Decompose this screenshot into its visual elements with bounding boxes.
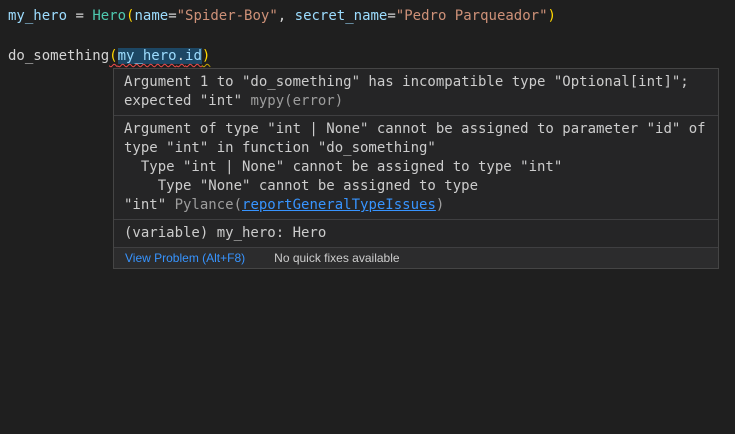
hover-line: Argument 1 to "do_something" has incompa… [124,73,708,92]
hover-line: (variable) my_hero: Hero [124,224,708,243]
hover-sections: Argument 1 to "do_something" has incompa… [114,69,718,247]
code-token: name [134,8,168,24]
hover-text: Type "int | None" cannot be assigned to … [124,159,562,175]
hover-text: type "int" in function "do_something" [124,140,436,156]
code-token: my_hero [8,8,67,24]
hover-text: mypy(error) [250,93,343,109]
code-token: = [67,8,92,24]
code-token: secret_name [295,8,388,24]
code-token: "Pedro Parqueador" [396,8,548,24]
hover-text: Argument of type "int | None" cannot be … [124,121,706,137]
hover-section-mypy: Argument 1 to "do_something" has incompa… [114,69,718,115]
hover-line: "int" Pylance(reportGeneralTypeIssues) [124,196,708,215]
code-line: my_hero = Hero(name="Spider-Boy", secret… [8,6,556,26]
hover-line: Type "int | None" cannot be assigned to … [124,158,708,177]
code-token: ) [548,8,556,24]
code-token: ) [202,48,210,64]
code-token: . [177,48,185,64]
hover-line: expected "int" mypy(error) [124,92,708,111]
report-rule-link[interactable]: reportGeneralTypeIssues [242,197,436,213]
code-token: ( [109,48,117,64]
hover-line: Argument of type "int | None" cannot be … [124,120,708,139]
hover-text: Pylance( [175,197,242,213]
code-area: my_hero = Hero(name="Spider-Boy", secret… [8,6,556,66]
code-token: = [387,8,395,24]
quick-fix-hint: No quick fixes available [274,251,399,265]
hover-text: "int" [124,197,175,213]
code-token: my_hero [118,48,177,64]
hover-tooltip: Argument 1 to "do_something" has incompa… [113,68,719,269]
hover-line: type "int" in function "do_something" [124,139,708,158]
code-token: , [278,8,295,24]
code-token: id [185,48,202,64]
code-token: "Spider-Boy" [177,8,278,24]
code-token: = [168,8,176,24]
code-line: do_something(my_hero.id) [8,46,556,66]
view-problem-link[interactable]: View Problem (Alt+F8) [125,251,245,265]
hover-section-symbol-info: (variable) my_hero: Hero [114,219,718,247]
code-token: Hero [92,8,126,24]
hover-text: (variable) my_hero: Hero [124,225,326,241]
hover-text: Argument 1 to "do_something" has incompa… [124,74,689,90]
code-line [8,26,556,46]
hover-status-bar: View Problem (Alt+F8) No quick fixes ava… [114,247,718,268]
code-token: do_something [8,48,109,64]
hover-text: expected "int" [124,93,250,109]
hover-section-Pylance: Argument of type "int | None" cannot be … [114,115,718,219]
hover-line: Type "None" cannot be assigned to type [124,177,708,196]
hover-text: Type "None" cannot be assigned to type [124,178,478,194]
hover-text: ) [436,197,444,213]
code-editor[interactable]: my_hero = Hero(name="Spider-Boy", secret… [0,0,735,434]
